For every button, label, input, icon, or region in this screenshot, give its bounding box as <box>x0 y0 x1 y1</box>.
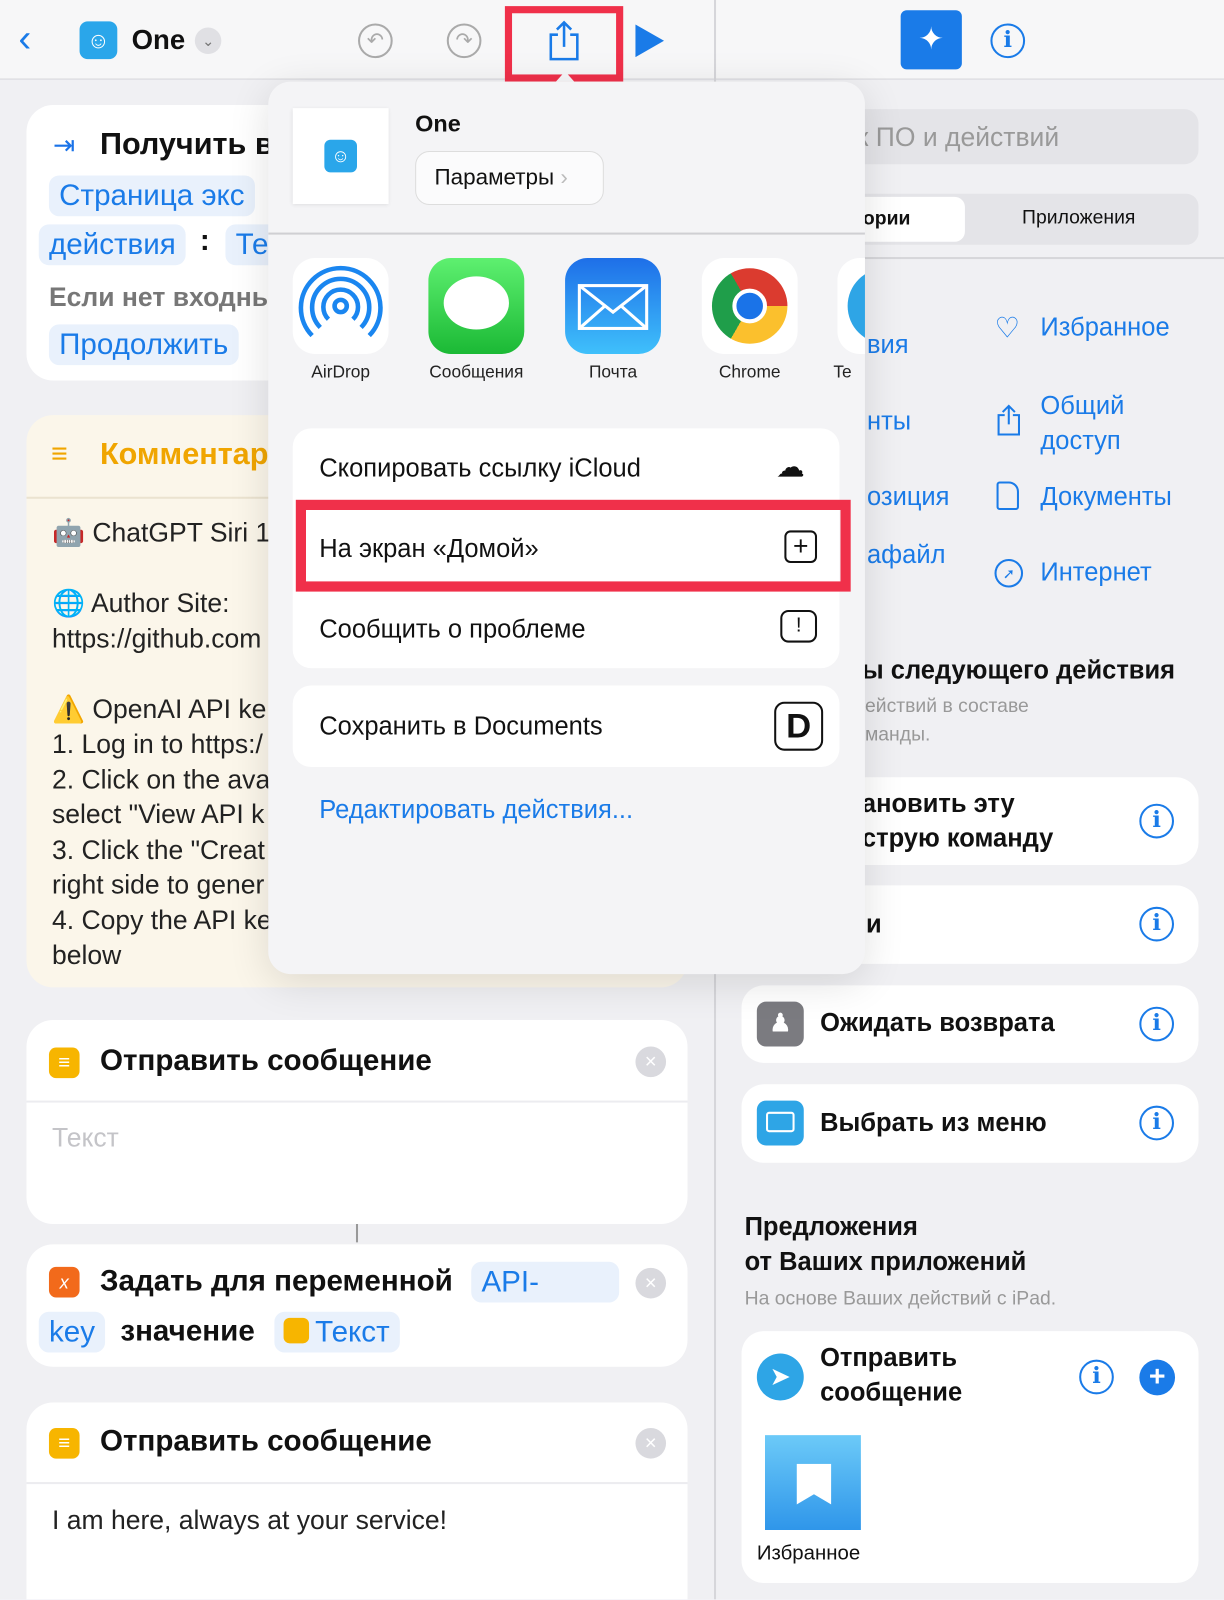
chevron-left-icon[interactable]: ‹ <box>18 18 31 59</box>
send-message-card: ≡ Отправить сообщение × Текст <box>26 1020 688 1224</box>
text-icon <box>283 1317 310 1344</box>
share-icon <box>997 404 1020 436</box>
shortcut-robot-icon: ☺ <box>79 21 118 60</box>
shortcut-thumbnail: ☺ <box>292 108 389 204</box>
heart-icon: ♡ <box>994 312 1021 344</box>
tile-label: Избранное <box>756 1542 861 1565</box>
category-item[interactable]: нты <box>867 407 911 437</box>
next-action-sub: ействий в составе <box>864 695 1029 718</box>
value-label: значение <box>120 1314 255 1348</box>
bookmark-icon <box>796 1463 832 1505</box>
actions-group-2: Сохранить в Documents D <box>292 685 840 768</box>
mail-icon <box>565 258 661 354</box>
favorites-tile[interactable] <box>765 1435 861 1530</box>
suggestion-card[interactable]: ➤ Отправить сообщение i + Избранное <box>741 1331 1199 1584</box>
continue-pill[interactable]: Продолжить <box>48 324 239 366</box>
edit-actions-link[interactable]: Редактировать действия... <box>319 796 633 826</box>
action-library-icon[interactable]: ✦ <box>900 10 962 70</box>
message-text-field[interactable]: I am here, always at your service! <box>52 1505 447 1537</box>
category-sharing[interactable]: Общий доступ <box>1040 389 1162 458</box>
airdrop-icon <box>292 258 389 354</box>
category-internet[interactable]: Интернет <box>1040 558 1151 588</box>
action-title: Отправить сообщение <box>99 1424 432 1458</box>
info-icon[interactable]: i <box>1139 906 1175 942</box>
category-item[interactable]: озиция <box>867 482 949 512</box>
header-divider <box>268 232 865 235</box>
send-message-card: ≡ Отправить сообщение × I am here, alway… <box>26 1402 688 1600</box>
wait-return-icon: ♟ <box>756 1001 804 1047</box>
action-pill[interactable]: действия <box>38 224 186 266</box>
info-icon[interactable]: i <box>1139 1006 1175 1042</box>
comment-icon: ≡ <box>51 437 68 470</box>
chevron-down-icon[interactable]: ⌄ <box>194 27 222 55</box>
action-title: Отправить сообщение <box>99 1044 432 1078</box>
highlight-box <box>295 499 851 592</box>
variable-icon: x <box>48 1266 80 1298</box>
comment-title: Комментар <box>99 437 269 472</box>
share-title: One <box>415 110 461 137</box>
suggestions-title: Предложения <box>744 1212 918 1242</box>
action-title: Задать для переменной <box>99 1264 453 1298</box>
variable-name-pill-cont[interactable]: key <box>38 1311 106 1353</box>
message-text-field[interactable]: Текст <box>52 1122 119 1154</box>
segment-apps[interactable]: Приложения <box>1022 207 1135 229</box>
message-icon: ≡ <box>48 1047 80 1079</box>
category-item[interactable]: вия <box>867 330 909 360</box>
play-icon[interactable] <box>635 24 665 58</box>
info-icon[interactable]: i <box>990 23 1026 59</box>
share-icon[interactable] <box>548 20 581 61</box>
connector-line <box>355 1224 359 1243</box>
info-icon[interactable]: i <box>1139 1105 1175 1141</box>
info-icon[interactable]: i <box>1139 803 1175 839</box>
message-icon: ≡ <box>48 1428 80 1459</box>
options-button[interactable]: Параметры › <box>415 150 604 206</box>
popover-arrow <box>555 71 575 82</box>
undo-icon[interactable]: ↶ <box>358 23 393 59</box>
divider <box>26 1100 688 1103</box>
category-item[interactable]: афайл <box>867 541 945 571</box>
if-none-label: Если нет входны <box>48 281 275 313</box>
document-icon <box>996 481 1019 510</box>
input-pill[interactable]: Страница экс <box>48 175 255 217</box>
next-action-item[interactable]: ♟ Ожидать возврата i <box>741 985 1199 1063</box>
remove-action-button[interactable]: × <box>635 1267 667 1299</box>
documents-app-icon: D <box>774 701 824 751</box>
chrome-icon <box>701 258 798 354</box>
menu-icon <box>756 1100 804 1146</box>
colon: : <box>199 224 210 258</box>
remove-action-button[interactable]: × <box>635 1428 667 1459</box>
add-button[interactable]: + <box>1139 1359 1176 1396</box>
category-favorites[interactable]: Избранное <box>1040 313 1169 343</box>
value-pill[interactable]: Текст <box>274 1311 400 1353</box>
share-sheet: ☺ One Параметры › AirDrop Сообщения Почт… <box>268 81 865 975</box>
variable-name-pill[interactable]: API- <box>471 1261 620 1303</box>
input-icon: ⇥ <box>53 129 76 161</box>
divider <box>26 1482 688 1485</box>
action-title: Получить в <box>99 127 274 162</box>
set-variable-card: x Задать для переменной API- key значени… <box>26 1244 688 1367</box>
telegram-icon: ➤ <box>756 1353 804 1401</box>
next-action-sub: манды. <box>864 724 931 746</box>
report-bubble-icon: ! <box>780 609 818 643</box>
messages-icon <box>428 258 525 354</box>
report-problem[interactable]: Сообщить о проблеме! <box>293 590 840 670</box>
save-to-documents[interactable]: Сохранить в Documents D <box>293 685 840 767</box>
icloud-link-icon: ☁ <box>776 450 805 483</box>
category-documents[interactable]: Документы <box>1040 482 1171 512</box>
copy-icloud-link[interactable]: Скопировать ссылку iCloud ☁ <box>293 428 840 508</box>
compass-icon: ➚ <box>994 558 1024 588</box>
comment-text: 🤖 ChatGPT Siri 1 🌐 Author Site: https://… <box>52 517 272 971</box>
remove-action-button[interactable]: × <box>635 1046 667 1078</box>
next-action-heading: ы следующего действия <box>861 655 1176 685</box>
redo-icon[interactable]: ↷ <box>446 23 482 59</box>
shortcut-title[interactable]: One <box>132 22 186 57</box>
suggestions-title: от Ваших приложений <box>744 1247 1027 1277</box>
suggestions-sub: На основе Ваших действий с iPad. <box>744 1288 1057 1310</box>
telegram-icon <box>837 258 865 354</box>
next-action-item[interactable]: Выбрать из меню i <box>741 1084 1199 1163</box>
info-icon[interactable]: i <box>1079 1359 1114 1395</box>
